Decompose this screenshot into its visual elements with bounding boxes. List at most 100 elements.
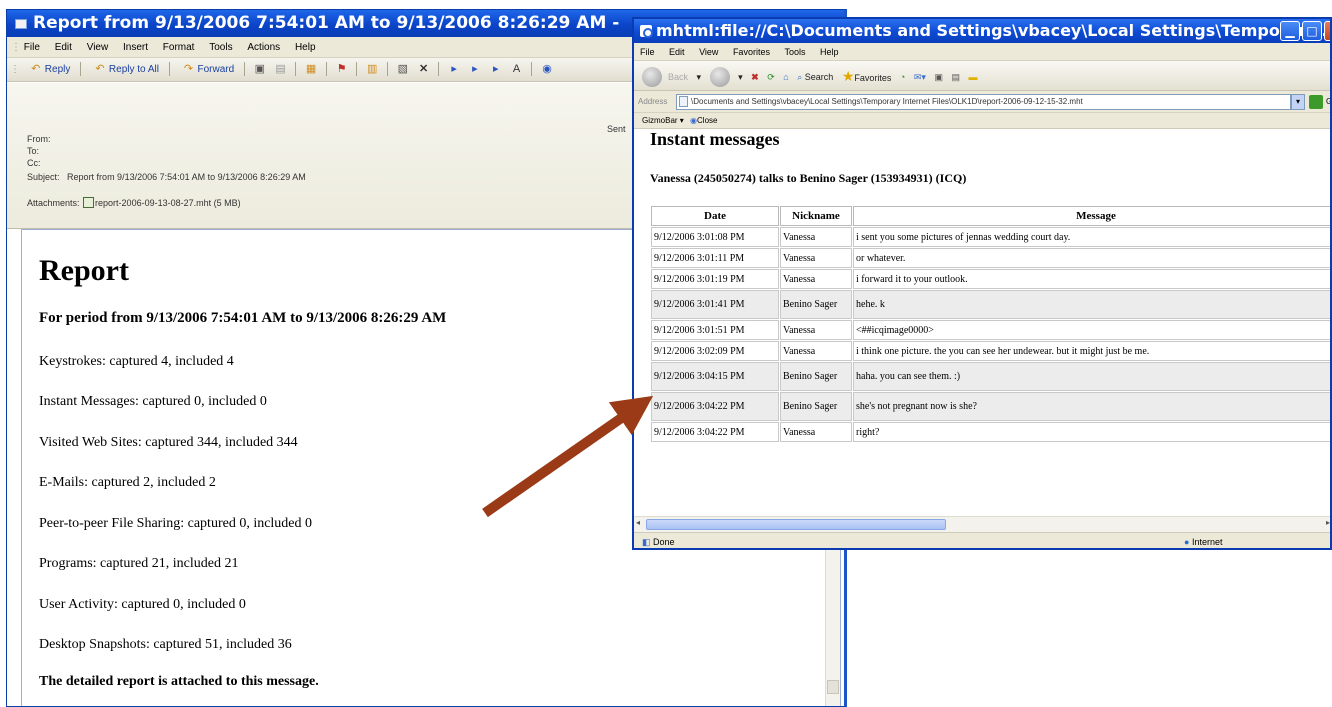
move-icon[interactable]: ▤ <box>274 62 288 76</box>
reply-all-icon: ↶ <box>95 63 105 76</box>
menu-actions[interactable]: Actions <box>241 37 286 58</box>
horizontal-scrollbar[interactable]: ◂ ▸ <box>634 516 1330 532</box>
scroll-thumb[interactable] <box>646 519 946 530</box>
maximize-button[interactable]: □ <box>1302 21 1322 41</box>
edit-icon[interactable]: ▤ <box>948 62 963 92</box>
toolbar-separator <box>387 62 389 77</box>
attachment-link[interactable]: report-2006-09-13-08-27.mht (5 MB) <box>95 198 241 208</box>
address-book-icon[interactable]: ▧ <box>396 62 410 76</box>
table-row: 9/12/2006 3:01:51 PM Vanessa <##icqimage00… <box>651 320 1330 340</box>
to-label: To: <box>27 146 40 156</box>
go-label[interactable]: Go <box>1326 91 1330 113</box>
toolbar-separator <box>168 62 170 77</box>
search-button[interactable]: ⌕ Search <box>794 62 836 92</box>
back-button[interactable]: Back <box>665 62 691 92</box>
delete-icon[interactable]: ✕ <box>417 62 431 76</box>
mail-icon[interactable]: ✉▾ <box>911 62 929 92</box>
ie-menu-file[interactable]: File <box>634 43 661 61</box>
im-subheading: Vanessa (245050274) talks to Benino Sage… <box>650 171 967 185</box>
table-row: 9/12/2006 3:04:15 PM Benino Sager haha. yo… <box>651 362 1330 391</box>
from-row: From: <box>27 134 51 144</box>
cell-date: 9/12/2006 3:04:22 PM <box>651 422 779 442</box>
attachments-label: Attachments: <box>27 198 80 208</box>
page-icon <box>679 96 688 107</box>
menu-format[interactable]: Format <box>157 37 201 58</box>
forward-button[interactable]: ↷ Forward <box>176 58 239 82</box>
go-arrow-icon[interactable] <box>1309 95 1323 109</box>
gizmo-bar: GizmoBar ▾ ◉Close <box>634 113 1330 129</box>
cell-date: 9/12/2006 3:01:11 PM <box>651 248 779 268</box>
history-icon[interactable]: ◔ <box>897 62 908 92</box>
toolbar-separator <box>356 62 358 77</box>
cell-nickname: Vanessa <box>780 227 852 247</box>
scroll-right-icon[interactable]: ▸ <box>1326 518 1330 527</box>
address-input[interactable]: \Documents and Settings\vbacey\Local Set… <box>676 94 1291 110</box>
forward-arrow-icon[interactable] <box>709 67 730 87</box>
cell-date: 9/12/2006 3:01:08 PM <box>651 227 779 247</box>
menu-help[interactable]: Help <box>289 37 322 58</box>
font-size-icon[interactable]: A <box>509 62 523 76</box>
address-dropdown-icon[interactable]: ▾ <box>1291 94 1305 110</box>
menu-file[interactable]: File <box>18 37 46 58</box>
ie-menu-bar: File Edit View Favorites Tools Help <box>634 43 1330 61</box>
print-icon[interactable]: ▣ <box>253 62 267 76</box>
previous-item-icon[interactable]: ▸ <box>447 62 461 76</box>
globe-icon: ● <box>1184 537 1190 547</box>
attachments-row: Attachments: report-2006-09-13-08-27.mht… <box>27 197 241 208</box>
toolbar-separator <box>295 62 297 77</box>
close-button[interactable]: ✕ <box>1324 21 1330 41</box>
forward-icon: ↷ <box>183 63 194 76</box>
report-footer: The detailed report is attached to this … <box>39 674 319 689</box>
reply-button[interactable]: ↶ Reply <box>23 58 75 82</box>
help-icon[interactable]: ◉ <box>540 62 554 76</box>
gizmo-bar-label[interactable]: GizmoBar <box>642 116 678 125</box>
cell-date: 9/12/2006 3:01:41 PM <box>651 290 779 319</box>
ie-title-bar[interactable]: mhtml:file://C:\Documents and Settings\v… <box>634 19 1330 43</box>
minimize-button[interactable]: ▁ <box>1280 21 1300 41</box>
ie-menu-view[interactable]: View <box>693 43 724 61</box>
cell-message: she's not pregnant now is she? <box>853 392 1330 421</box>
home-icon[interactable]: ⌂ <box>780 62 791 92</box>
subject-row: Subject: Report from 9/13/2006 7:54:01 A… <box>27 172 306 182</box>
contacts-icon[interactable]: ▥ <box>365 62 379 76</box>
table-row: 9/12/2006 3:02:09 PM Vanessa i think one p… <box>651 341 1330 361</box>
gizmo-dropdown-icon[interactable]: ▾ <box>680 116 684 125</box>
toolbar-separator <box>80 62 82 77</box>
table-row: 9/12/2006 3:01:19 PM Vanessa i forward it … <box>651 269 1330 289</box>
report-title: Report <box>39 254 129 287</box>
ie-menu-favorites[interactable]: Favorites <box>727 43 776 61</box>
refresh-icon[interactable]: ⟳ <box>764 62 778 92</box>
flag-icon[interactable]: ⚑ <box>335 62 349 76</box>
favorites-button[interactable]: ★Favorites <box>839 61 895 93</box>
back-dropdown-icon[interactable]: ▾ <box>694 62 705 92</box>
cell-date: 9/12/2006 3:01:51 PM <box>651 320 779 340</box>
cell-nickname: Benino Sager <box>780 290 852 319</box>
cell-nickname: Vanessa <box>780 248 852 268</box>
menu-tools[interactable]: Tools <box>203 37 238 58</box>
stop-icon[interactable]: ✖ <box>748 62 762 92</box>
status-text: ◧ Done <box>642 537 675 547</box>
ie-menu-edit[interactable]: Edit <box>663 43 691 61</box>
menu-insert[interactable]: Insert <box>117 37 154 58</box>
cell-message: <##icqimage0000> <box>853 320 1330 340</box>
scroll-thumb[interactable] <box>827 680 839 694</box>
categorize-icon[interactable]: ▦ <box>304 62 318 76</box>
table-header-row: Date Nickname Message <box>651 206 1330 226</box>
scroll-left-icon[interactable]: ◂ <box>636 518 640 527</box>
report-period: For period from 9/13/2006 7:54:01 AM to … <box>39 310 447 326</box>
menu-view[interactable]: View <box>81 37 115 58</box>
close-gizmo-button[interactable]: ◉Close <box>690 116 717 125</box>
reply-all-button[interactable]: ↶ Reply to All <box>87 58 163 82</box>
cell-message: i think one picture. the you can see her… <box>853 341 1330 361</box>
sent-label: Sent <box>607 124 626 134</box>
next-item-icon[interactable]: ▸ <box>468 62 482 76</box>
menu-edit[interactable]: Edit <box>49 37 78 58</box>
folder-icon[interactable]: ▬ <box>966 62 981 92</box>
next-dropdown-icon[interactable]: ▸ <box>489 62 503 76</box>
ie-menu-tools[interactable]: Tools <box>778 43 811 61</box>
toolbar-separator <box>531 62 533 77</box>
forward-dropdown-icon[interactable]: ▾ <box>735 62 746 92</box>
print-icon[interactable]: ▣ <box>931 62 946 92</box>
back-arrow-icon[interactable] <box>642 67 662 87</box>
ie-menu-help[interactable]: Help <box>814 43 845 61</box>
